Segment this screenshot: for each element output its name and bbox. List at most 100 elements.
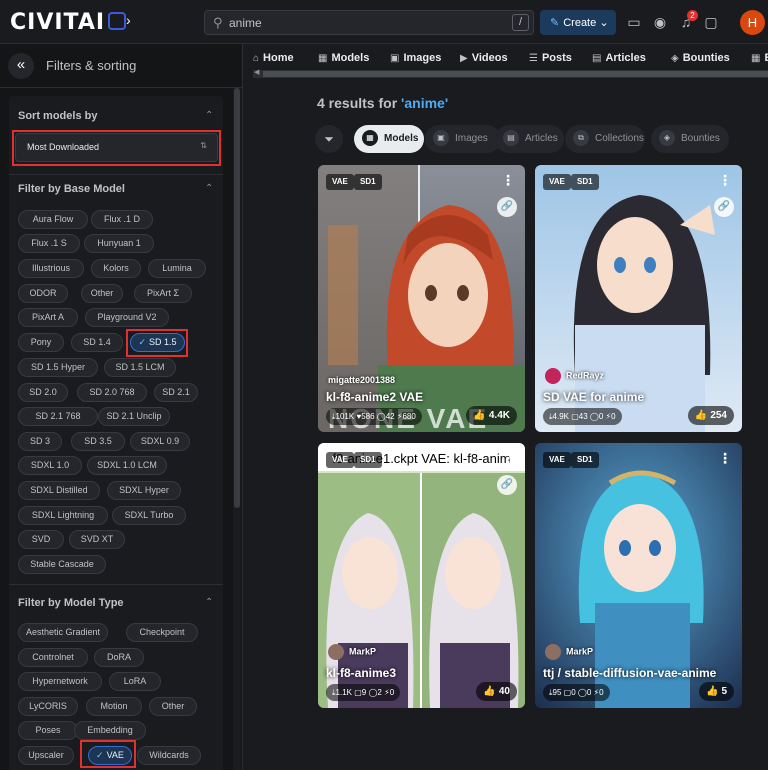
nav-articles[interactable]: ▤ Articles [592, 52, 646, 64]
more-options-icon[interactable]: ⋮ [501, 173, 515, 187]
model-card[interactable]: NONE VAE VAE SD1 ⋮ 🔗 migatte2001388 kl-f… [318, 165, 525, 432]
card-likes[interactable]: 👍 4.4K [466, 406, 517, 425]
filter-chip-sd-2-0-768[interactable]: SD 2.0 768 [77, 383, 147, 402]
filter-chip-embedding[interactable]: Embedding [74, 721, 146, 740]
filter-chip-sd-1-5-lcm[interactable]: SD 1.5 LCM [104, 358, 176, 377]
card-creator[interactable]: migatte2001388 [328, 375, 395, 385]
collapse-sidebar-button[interactable]: « [8, 53, 34, 79]
filter-chip-sdxl-lightning[interactable]: SDXL Lightning [18, 506, 108, 525]
chat-icon[interactable]: ▢ [701, 12, 721, 32]
filter-chip-flux-1-d[interactable]: Flux .1 D [91, 210, 153, 229]
search-input[interactable]: ⚲ anime / [204, 10, 534, 35]
cube-icon[interactable] [108, 12, 126, 30]
filter-chip-sdxl-1-0-lcm[interactable]: SDXL 1.0 LCM [87, 456, 167, 475]
filter-chip-kolors[interactable]: Kolors [91, 259, 141, 278]
filter-chip-sd-1-5-hyper[interactable]: SD 1.5 Hyper [18, 358, 98, 377]
card-creator[interactable]: MarkP [328, 644, 376, 660]
filter-chip-sd-2-1-unclip[interactable]: SD 2.1 Unclip [98, 407, 170, 426]
link-icon[interactable]: 🔗 [714, 197, 734, 217]
filter-chip-odor[interactable]: ODOR [18, 284, 68, 303]
filter-chip-dora[interactable]: DoRA [94, 648, 144, 667]
more-options-icon[interactable]: ⋮ [718, 451, 732, 465]
filter-chip-stable-cascade[interactable]: Stable Cascade [18, 555, 106, 574]
more-options-icon[interactable]: ⋮ [501, 451, 515, 465]
filter-chip-sdxl-turbo[interactable]: SDXL Turbo [112, 506, 186, 525]
filter-chip-poses[interactable]: Poses [18, 721, 78, 740]
create-button[interactable]: ✎ Create ⌄ [540, 10, 616, 35]
filter-chip-illustrious[interactable]: Illustrious [18, 259, 84, 278]
chevron-up-icon[interactable]: ⌃ [205, 183, 213, 194]
filter-chip-sdxl-hyper[interactable]: SDXL Hyper [107, 481, 181, 500]
filter-chip-sd-2-0[interactable]: SD 2.0 [18, 383, 68, 402]
filter-chip-lycoris[interactable]: LyCORIS [18, 697, 78, 716]
tab-images[interactable]: ▣ Images [425, 125, 501, 153]
filter-chip-lora[interactable]: LoRA [109, 672, 161, 691]
nav-images[interactable]: ▣ Images [390, 52, 441, 64]
link-icon[interactable]: 🔗 [497, 475, 517, 495]
card-title[interactable]: kl-f8-anime3 [326, 666, 396, 680]
filter-chip-svd-xt[interactable]: SVD XT [69, 530, 125, 549]
filter-chip-hunyuan-1[interactable]: Hunyuan 1 [84, 234, 154, 253]
filter-icon[interactable]: ⏷ [315, 125, 343, 153]
nav-scrollbar[interactable]: ◀ [253, 68, 768, 78]
filter-chip-sd-2-1-768[interactable]: SD 2.1 768 [18, 407, 98, 426]
civitai-logo[interactable]: CIVITAI [10, 10, 105, 35]
nav-ev[interactable]: ▦Ev [751, 52, 768, 64]
filter-chip-sdxl-1-0[interactable]: SDXL 1.0 [18, 456, 82, 475]
filter-chip-sd-3[interactable]: SD 3 [18, 432, 62, 451]
card-likes[interactable]: 👍 254 [687, 406, 734, 425]
filter-chip-other[interactable]: Other [149, 697, 197, 716]
scroll-left-arrow[interactable]: ◀ [254, 68, 259, 76]
card-likes[interactable]: 👍 5 [698, 682, 734, 701]
user-avatar[interactable]: H [740, 10, 765, 35]
nav-scroll-thumb[interactable] [263, 71, 768, 77]
model-card[interactable]: f8-anime1.ckpt VAE: kl-f8-anim VAE SD1 ⋮… [318, 443, 525, 708]
filter-chip-sdxl-0-9[interactable]: SDXL 0.9 [130, 432, 190, 451]
tab-collections[interactable]: ⧉ Collections [565, 125, 645, 153]
filter-chip-aura-flow[interactable]: Aura Flow [18, 210, 88, 229]
nav-home[interactable]: ⌂ Home [253, 52, 294, 64]
filter-chip-svd[interactable]: SVD [18, 530, 64, 549]
chevron-right-icon[interactable]: › [126, 12, 131, 28]
filter-chip-motion[interactable]: Motion [86, 697, 142, 716]
filter-chip-pixart-a[interactable]: PixArt A [18, 308, 78, 327]
nav-posts[interactable]: ☰ Posts [529, 52, 572, 64]
filter-chip-controlnet[interactable]: Controlnet [18, 648, 88, 667]
card-creator[interactable]: RedRayz [545, 368, 604, 384]
filter-chip-pony[interactable]: Pony [18, 333, 64, 352]
filter-chip-wildcards[interactable]: Wildcards [137, 746, 201, 765]
filter-chip-other[interactable]: Other [81, 284, 123, 303]
nav-bounties[interactable]: ◈ Bounties [671, 52, 730, 64]
chevron-up-icon[interactable]: ⌃ [205, 597, 213, 608]
tab-models[interactable]: ▦ Models [354, 125, 424, 153]
eye-icon[interactable]: ◉ [650, 12, 670, 32]
nav-models[interactable]: ▦ Models [318, 52, 369, 64]
filter-chip-pixart-[interactable]: PixArt Σ [134, 284, 192, 303]
chevron-up-icon[interactable]: ⌃ [205, 110, 213, 121]
card-likes[interactable]: 👍 40 [476, 682, 517, 701]
upload-screen-icon[interactable]: ▭ [624, 12, 644, 32]
card-title[interactable]: kl-f8-anime2 VAE [326, 390, 423, 404]
filter-chip-sd-3-5[interactable]: SD 3.5 [71, 432, 125, 451]
sidebar-scroll-thumb[interactable] [234, 88, 240, 508]
more-options-icon[interactable]: ⋮ [718, 173, 732, 187]
filter-chip-aesthetic-gradient[interactable]: Aesthetic Gradient [18, 623, 108, 642]
filter-chip-lumina[interactable]: Lumina [148, 259, 206, 278]
card-title[interactable]: SD VAE for anime [543, 390, 644, 404]
link-icon[interactable]: 🔗 [497, 197, 517, 217]
filter-chip-sd-2-1[interactable]: SD 2.1 [154, 383, 198, 402]
nav-videos[interactable]: ▶ Videos [460, 52, 508, 64]
model-card[interactable]: VAE SD1 ⋮ MarkP ttj / stable-diffusion-v… [535, 443, 742, 708]
filter-chip-sd-1-4[interactable]: SD 1.4 [71, 333, 123, 352]
card-title[interactable]: ttj / stable-diffusion-vae-anime [543, 666, 716, 680]
filter-chip-checkpoint[interactable]: Checkpoint [126, 623, 198, 642]
filter-chip-playground-v2[interactable]: Playground V2 [85, 308, 169, 327]
filter-chip-hypernetwork[interactable]: Hypernetwork [18, 672, 102, 691]
card-creator[interactable]: MarkP [545, 644, 593, 660]
tab-bounties[interactable]: ◈ Bounties [651, 125, 729, 153]
model-card[interactable]: VAE SD1 ⋮ 🔗 RedRayz SD VAE for anime ⤓4.… [535, 165, 742, 432]
filter-chip-upscaler[interactable]: Upscaler [18, 746, 74, 765]
tab-articles[interactable]: ▤ Articles [495, 125, 564, 153]
filter-chip-sdxl-distilled[interactable]: SDXL Distilled [18, 481, 100, 500]
filter-chip-flux-1-s[interactable]: Flux .1 S [18, 234, 80, 253]
